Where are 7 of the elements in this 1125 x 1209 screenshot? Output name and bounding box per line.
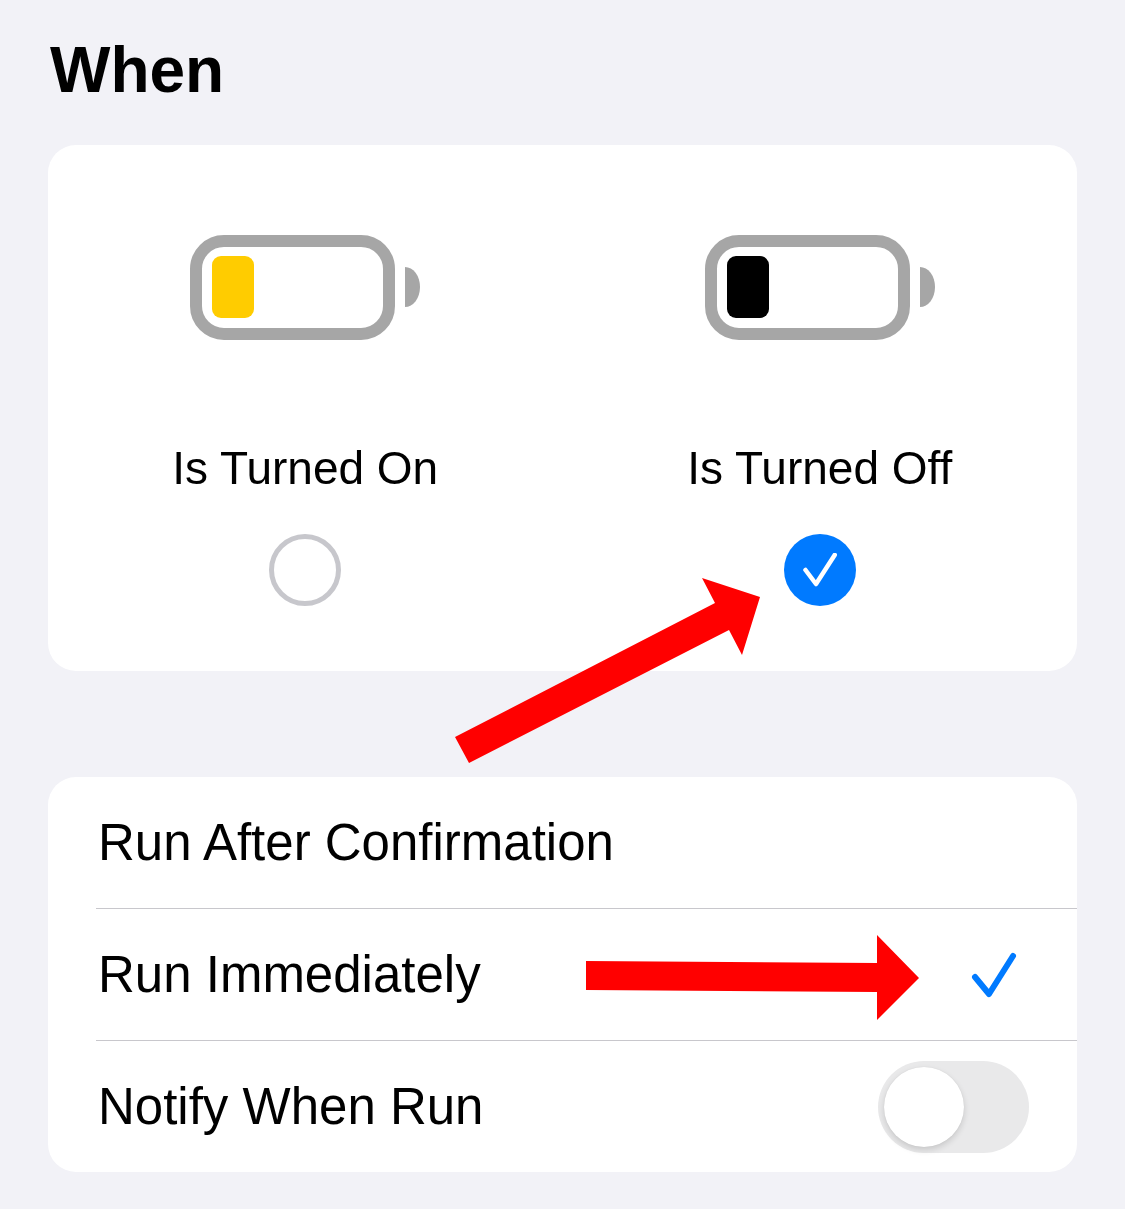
choice-label[interactable]: Run After Confirmation [98,813,614,872]
choice-label[interactable]: Run Immediately [98,945,481,1004]
setting-label: Notify When Run [98,1077,484,1136]
checkmark-icon [802,553,837,587]
option-label: Is Turned On [172,445,439,491]
option-label: Is Turned Off [687,445,953,491]
section-title: When [50,38,225,102]
